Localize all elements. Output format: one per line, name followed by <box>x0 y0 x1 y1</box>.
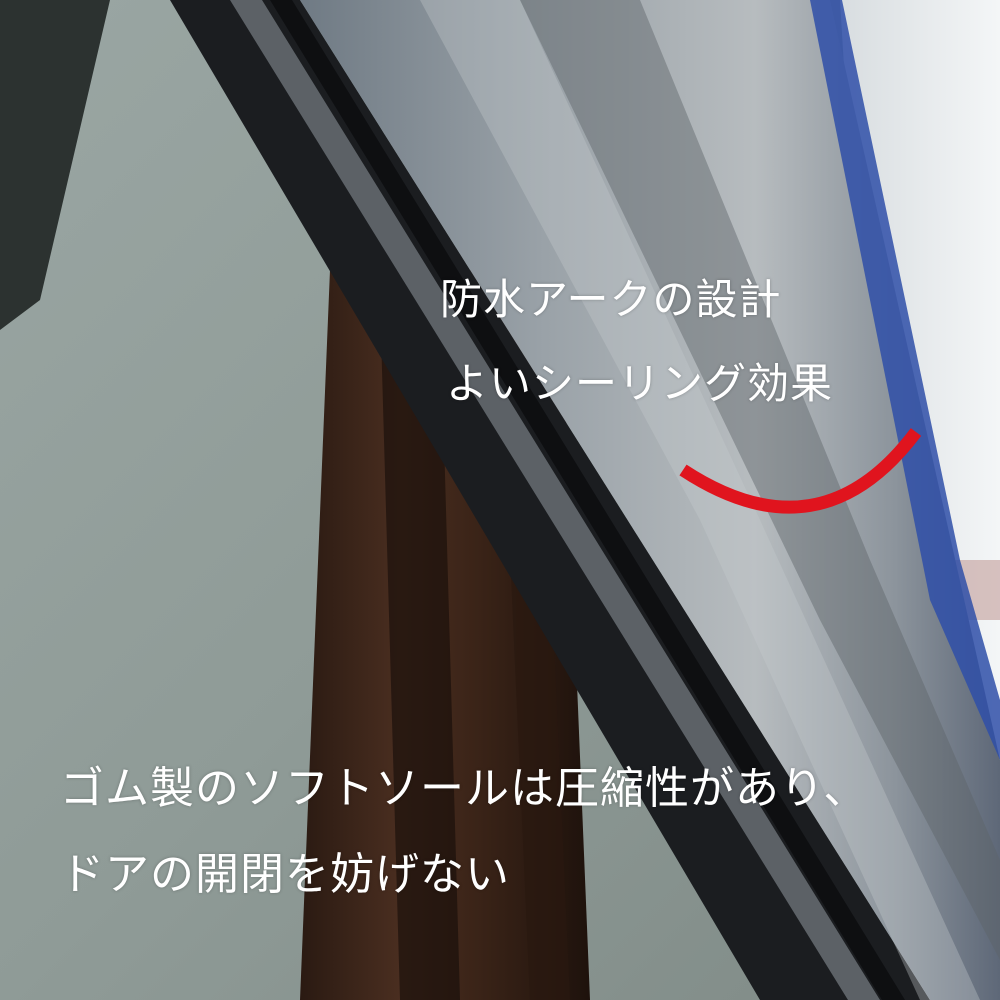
caption-door-opening: ドアの開閉を妨げない <box>60 849 510 900</box>
product-photo: 防水アークの設計 よいシーリング効果 ゴム製のソフトソールは圧縮性があり、 ドア… <box>0 0 1000 1000</box>
caption-rubber-sole: ゴム製のソフトソールは圧縮性があり、 <box>60 763 869 814</box>
caption-waterproof-arc: 防水アークの設計 <box>440 275 782 324</box>
caption-sealing-effect: よいシーリング効果 <box>446 359 834 408</box>
